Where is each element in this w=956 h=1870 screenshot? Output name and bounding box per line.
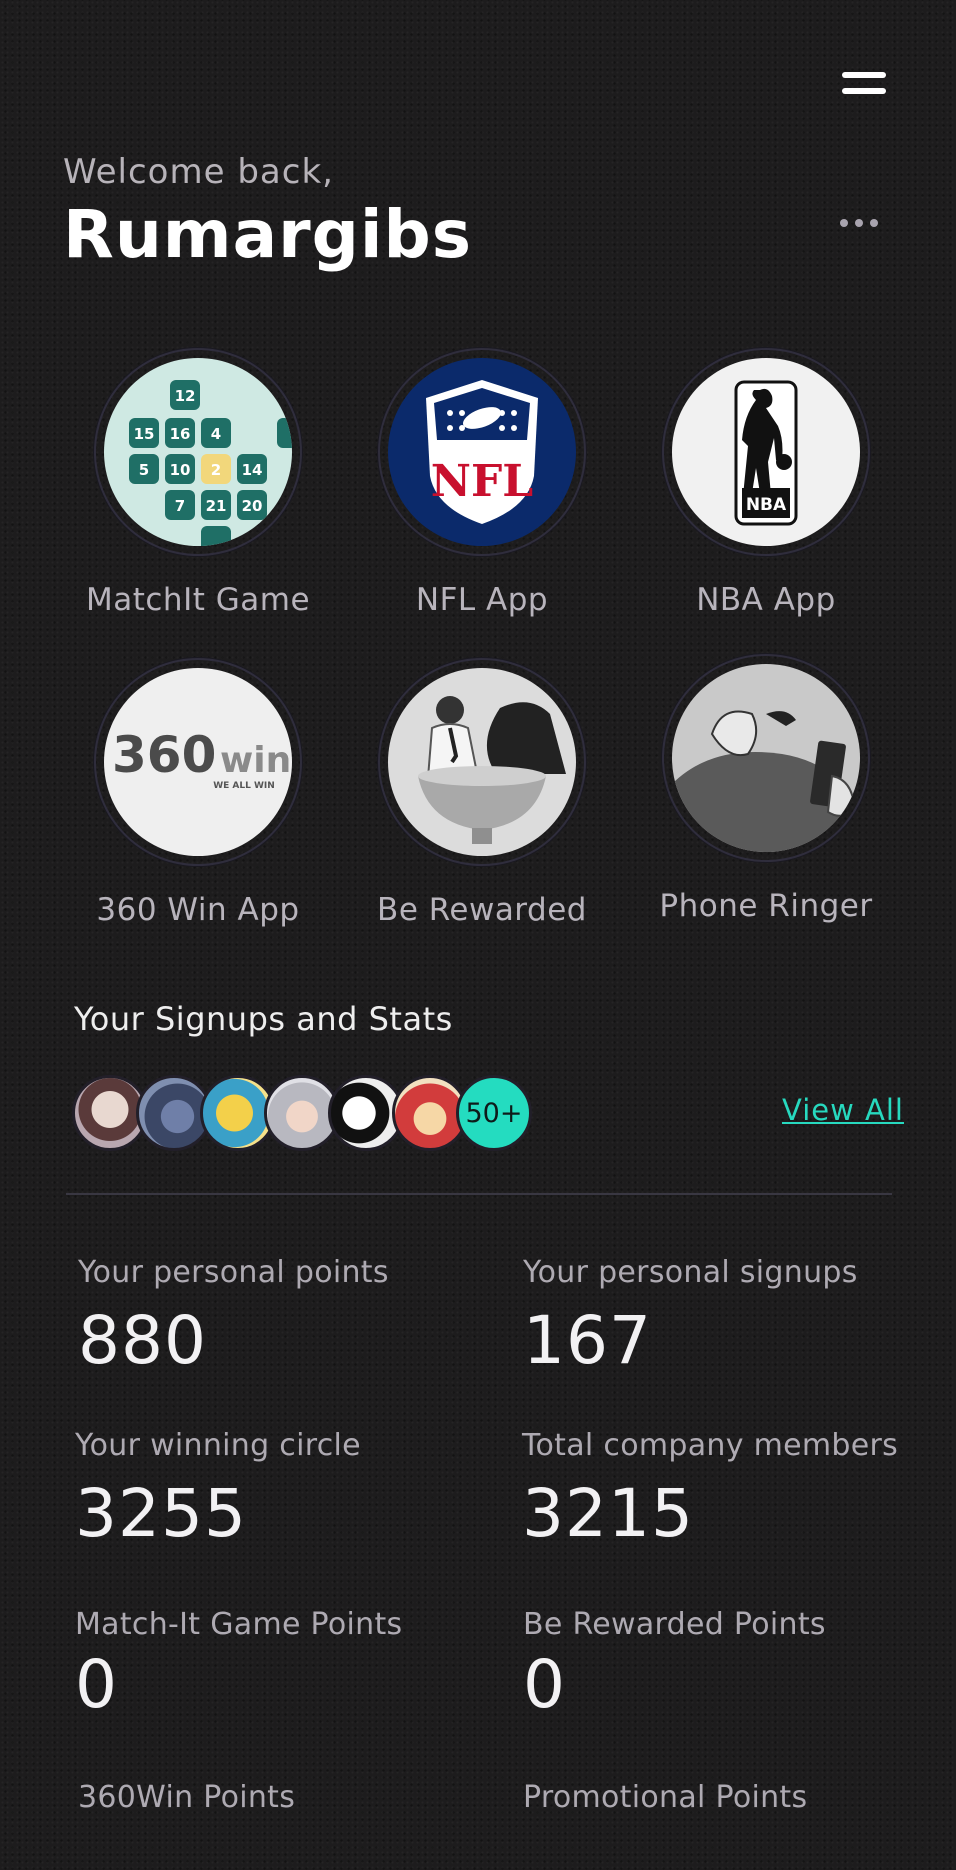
matchit-tile: 4 <box>211 425 221 443</box>
nfl-logo-icon: NFL <box>388 358 576 546</box>
matchit-tile: 2 <box>211 461 221 479</box>
divider <box>66 1193 892 1195</box>
matchit-icon: 12 15 16 4 5 10 2 14 7 21 20 <box>104 358 292 546</box>
360win-word: win <box>220 740 291 781</box>
stat-value: 880 <box>78 1302 207 1379</box>
app-label: Phone Ringer <box>659 888 873 924</box>
app-360-win[interactable]: 360 win WE ALL WIN 360 Win App <box>56 658 340 928</box>
matchit-tile: 21 <box>206 497 227 515</box>
view-all-link[interactable]: View All <box>782 1093 904 1127</box>
be-rewarded-icon <box>388 668 576 856</box>
more-signups-badge[interactable]: 50+ <box>456 1075 532 1151</box>
username-heading: Rumargibs <box>63 196 473 273</box>
stat-matchit-points: Match-It Game Points 0 <box>75 1607 402 1723</box>
phone-ringer-icon <box>672 664 860 852</box>
matchit-tile: 15 <box>134 425 155 443</box>
app-label: Be Rewarded <box>377 892 587 928</box>
matchit-tile: 20 <box>242 497 263 515</box>
stat-value: 3215 <box>522 1475 694 1552</box>
nba-logo-text: NBA <box>746 495 787 515</box>
stat-personal-signups: Your personal signups 167 <box>523 1255 858 1379</box>
app-label: NBA App <box>696 582 836 618</box>
stat-value: 0 <box>523 1646 566 1723</box>
matchit-tile: 10 <box>170 461 191 479</box>
stat-label: 360Win Points <box>78 1780 296 1815</box>
app-be-rewarded[interactable]: Be Rewarded <box>340 658 624 928</box>
more-options-icon[interactable] <box>840 212 890 234</box>
stat-label: Your personal points <box>78 1255 389 1290</box>
stat-be-rewarded-points: Be Rewarded Points 0 <box>523 1607 826 1723</box>
stat-value: 167 <box>523 1302 652 1379</box>
matchit-tile: 14 <box>242 461 263 479</box>
matchit-tile: 5 <box>139 461 149 479</box>
stat-personal-points: Your personal points 880 <box>78 1255 389 1379</box>
360win-tagline: WE ALL WIN <box>213 781 275 791</box>
matchit-tile: 12 <box>175 387 196 405</box>
360win-logo-icon: 360 win WE ALL WIN <box>104 668 292 856</box>
stat-label: Match-It Game Points <box>75 1607 403 1642</box>
stat-label: Be Rewarded Points <box>523 1607 826 1642</box>
stat-360win-points: 360Win Points <box>78 1780 295 1815</box>
app-nba[interactable]: NBA NBA App <box>624 348 908 618</box>
welcome-text: Welcome back, <box>63 152 334 192</box>
app-label: 360 Win App <box>96 892 300 928</box>
app-label: MatchIt Game <box>85 582 311 618</box>
signups-section-title: Your Signups and Stats <box>74 1000 453 1038</box>
stat-value: 0 <box>75 1646 118 1723</box>
app-matchit-game[interactable]: 12 15 16 4 5 10 2 14 7 21 20 MatchIt Gam… <box>56 348 340 618</box>
nba-logo-icon: NBA <box>672 358 860 546</box>
stat-winning-circle: Your winning circle 3255 <box>75 1428 361 1552</box>
stat-promotional-points: Promotional Points <box>523 1780 807 1815</box>
stat-value: 3255 <box>75 1475 247 1552</box>
360win-number: 360 <box>112 726 216 784</box>
stat-label: Total company members <box>522 1428 899 1463</box>
matchit-tile: 16 <box>170 425 191 443</box>
app-nfl[interactable]: NFL NFL App <box>340 348 624 618</box>
stat-company-members: Total company members 3215 <box>522 1428 898 1552</box>
stat-label: Your winning circle <box>75 1428 361 1463</box>
stat-label: Promotional Points <box>523 1780 808 1815</box>
app-phone-ringer[interactable]: Phone Ringer <box>624 654 908 924</box>
app-label: NFL App <box>415 582 549 618</box>
nfl-logo-text: NFL <box>431 456 533 507</box>
matchit-tile: 7 <box>175 497 185 515</box>
stat-label: Your personal signups <box>523 1255 858 1290</box>
hamburger-menu-icon[interactable] <box>842 72 886 100</box>
